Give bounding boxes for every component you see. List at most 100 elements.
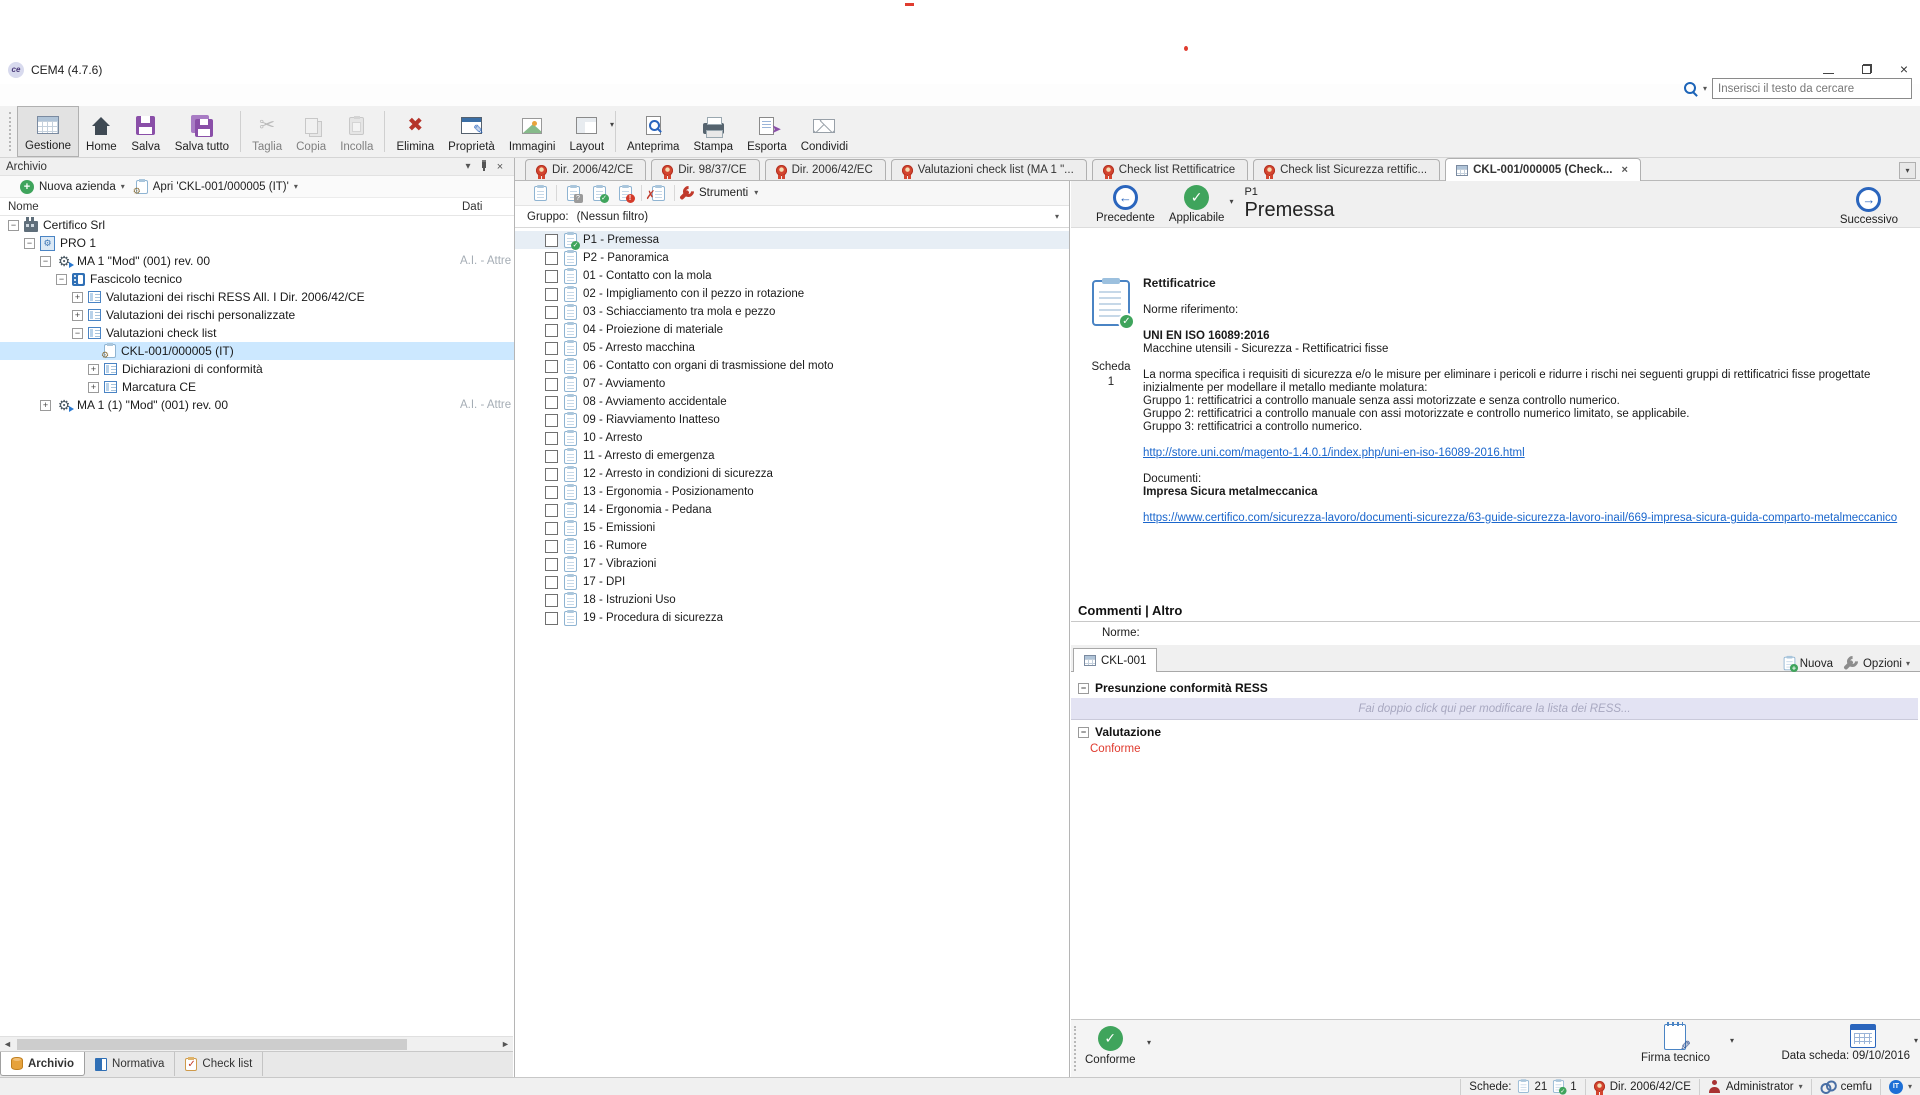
- tree-row[interactable]: − MA 1 "Mod" (001) rev. 00 A.I. - Attre: [0, 252, 514, 270]
- dropdown-caret[interactable]: ▾: [610, 120, 614, 129]
- toolbar-button[interactable]: Condividi: [794, 106, 855, 157]
- group-caret[interactable]: ▾: [1055, 212, 1059, 221]
- options-caret[interactable]: ▾: [1906, 659, 1910, 669]
- tree-row[interactable]: − Valutazioni check list: [0, 324, 514, 342]
- tree-row[interactable]: + Marcatura CE: [0, 378, 514, 396]
- checklist-item[interactable]: 16 - Rumore: [515, 537, 1069, 555]
- tree-expander[interactable]: −: [72, 328, 83, 339]
- checklist-item[interactable]: 17 - Vibrazioni: [515, 555, 1069, 573]
- menu-item[interactable]: [102, 93, 106, 97]
- tree-row[interactable]: CKL-001/000005 (IT): [0, 342, 514, 360]
- bottom-tab[interactable]: Normativa: [85, 1052, 175, 1076]
- tree-row[interactable]: + Dichiarazioni di conformità: [0, 360, 514, 378]
- menu-item[interactable]: [12, 93, 16, 97]
- checklist-item[interactable]: 04 - Proiezione di materiale: [515, 321, 1069, 339]
- open-item-button[interactable]: Apri 'CKL-001/000005 (IT)': [153, 181, 289, 193]
- tree-row[interactable]: − Certifico Srl: [0, 216, 514, 234]
- collapse-icon[interactable]: −: [1078, 727, 1089, 738]
- toolbar-button[interactable]: Elimina: [389, 106, 441, 157]
- tree-expander[interactable]: −: [24, 238, 35, 249]
- checklist-item[interactable]: 17 - DPI: [515, 573, 1069, 591]
- tree-row[interactable]: + Valutazioni dei rischi RESS All. I Dir…: [0, 288, 514, 306]
- open-item-icon[interactable]: [136, 180, 148, 194]
- checklist-item[interactable]: 13 - Ergonomia - Posizionamento: [515, 483, 1069, 501]
- checklist-item[interactable]: 19 - Procedura di sicurezza: [515, 609, 1069, 627]
- checkbox[interactable]: [545, 540, 558, 553]
- checkbox[interactable]: [545, 432, 558, 445]
- tree-expander[interactable]: +: [88, 364, 99, 375]
- checklist-item[interactable]: 02 - Impigliamento con il pezzo in rotaz…: [515, 285, 1069, 303]
- tree-expander[interactable]: +: [72, 310, 83, 321]
- next-button[interactable]: Successivo: [1840, 187, 1898, 226]
- new-comment-button[interactable]: Nuova: [1783, 656, 1833, 671]
- checklist-item[interactable]: 08 - Avviamento accidentale: [515, 393, 1069, 411]
- checklist-item[interactable]: 09 - Riavviamento Inatteso: [515, 411, 1069, 429]
- tab-close-icon[interactable]: ×: [1621, 164, 1627, 176]
- close-button[interactable]: ×: [1900, 62, 1908, 76]
- tree-expander[interactable]: +: [88, 382, 99, 393]
- applicable-caret[interactable]: ▾: [1229, 197, 1233, 206]
- checkbox[interactable]: [545, 270, 558, 283]
- collapse-icon[interactable]: −: [1078, 683, 1089, 694]
- checklist-item[interactable]: 14 - Ergonomia - Pedana: [515, 501, 1069, 519]
- menu-item[interactable]: [42, 93, 46, 97]
- checkbox[interactable]: [545, 378, 558, 391]
- column-name[interactable]: Nome: [0, 201, 39, 213]
- toolbar-button[interactable]: Salva tutto: [168, 106, 236, 157]
- checklist-item[interactable]: 18 - Istruzioni Uso: [515, 591, 1069, 609]
- ress-section-header[interactable]: − Presunzione conformità RESS: [1078, 681, 1268, 695]
- tools-wrench-icon[interactable]: [679, 186, 695, 201]
- tab-list-button[interactable]: ▾: [1899, 162, 1916, 179]
- checkbox[interactable]: [545, 576, 558, 589]
- status-directive[interactable]: Dir. 2006/42/CE: [1585, 1079, 1699, 1095]
- document-tab[interactable]: Valutazioni check list (MA 1 "...: [891, 159, 1087, 180]
- tools-menu[interactable]: Strumenti: [699, 187, 748, 199]
- open-item-caret[interactable]: ▾: [294, 182, 298, 192]
- checklist-item[interactable]: 10 - Arresto: [515, 429, 1069, 447]
- checklist-item[interactable]: 06 - Contatto con organi di trasmissione…: [515, 357, 1069, 375]
- checkbox[interactable]: [545, 396, 558, 409]
- group-filter-row[interactable]: Gruppo: (Nessun filtro) ▾: [515, 206, 1069, 228]
- user-caret[interactable]: ▾: [1799, 1082, 1803, 1092]
- search-icon[interactable]: [1683, 81, 1698, 96]
- checkbox[interactable]: [545, 450, 558, 463]
- tree-expander[interactable]: +: [72, 292, 83, 303]
- conforme-button[interactable]: Conforme: [1085, 1026, 1136, 1066]
- toolbar-button[interactable]: Taglia: [245, 106, 289, 157]
- document-link[interactable]: https://www.certifico.com/sicurezza-lavo…: [1143, 512, 1897, 525]
- toolbar-button[interactable]: Stampa: [686, 106, 740, 157]
- tools-caret[interactable]: ▾: [754, 188, 758, 198]
- checkbox[interactable]: [545, 612, 558, 625]
- language-caret[interactable]: ▾: [1908, 1082, 1912, 1092]
- data-scheda-button[interactable]: Data scheda: 09/10/2016: [1781, 1024, 1910, 1062]
- tree-expander[interactable]: +: [40, 400, 51, 411]
- checklist-item[interactable]: 05 - Arresto macchina: [515, 339, 1069, 357]
- new-company-button[interactable]: Nuova azienda: [39, 181, 116, 193]
- valutazione-section-header[interactable]: − Valutazione: [1078, 725, 1161, 739]
- pin-icon[interactable]: [476, 159, 492, 175]
- conforme-caret[interactable]: ▾: [1147, 1038, 1151, 1047]
- firma-tecnico-button[interactable]: Firma tecnico: [1641, 1024, 1710, 1064]
- checklist-tool-button[interactable]: [646, 182, 670, 204]
- checklist-tool-button[interactable]: [528, 182, 552, 204]
- toolbar-button[interactable]: Home: [79, 106, 124, 157]
- toolbar-button[interactable]: Gestione: [17, 106, 79, 157]
- document-tab[interactable]: Dir. 2006/42/EC: [765, 159, 886, 180]
- checklist-item[interactable]: P2 - Panoramica: [515, 249, 1069, 267]
- checklist-item[interactable]: 03 - Schiacciamento tra mola e pezzo: [515, 303, 1069, 321]
- tree-row[interactable]: + Valutazioni dei rischi personalizzate: [0, 306, 514, 324]
- panel-close-icon[interactable]: ×: [492, 161, 508, 173]
- checklist-item[interactable]: 11 - Arresto di emergenza: [515, 447, 1069, 465]
- checklist-tool-button[interactable]: [587, 182, 611, 204]
- status-language[interactable]: IT ▾: [1880, 1079, 1920, 1095]
- menu-item[interactable]: [132, 93, 136, 97]
- checkbox[interactable]: [545, 360, 558, 373]
- checkbox[interactable]: [545, 342, 558, 355]
- options-button[interactable]: Opzioni ▾: [1843, 656, 1910, 671]
- checklist-item[interactable]: 07 - Avviamento: [515, 375, 1069, 393]
- document-tab[interactable]: Dir. 98/37/CE: [651, 159, 759, 180]
- search-dropdown-caret[interactable]: ▾: [1703, 84, 1707, 94]
- menu-item[interactable]: [162, 93, 166, 97]
- toolbar-button[interactable]: Immagini: [502, 106, 563, 157]
- bottom-tab[interactable]: Check list: [175, 1052, 263, 1076]
